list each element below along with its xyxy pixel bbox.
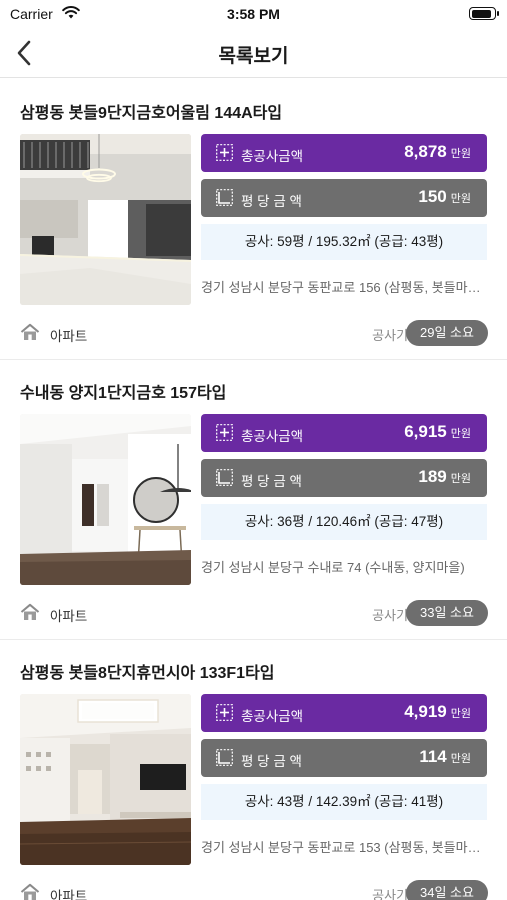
total-cost-unit: 만원 xyxy=(450,148,471,160)
building-type: 아파트 xyxy=(50,609,88,624)
address: 경기 성남시 분당구 동판교로 153 (삼평동, 봇들마을8단지) xyxy=(201,840,487,855)
project-title: 삼평동 봇들8단지휴먼시아 133F1타입 xyxy=(20,665,275,682)
total-cost-value: 6,915 만원 xyxy=(404,422,471,442)
unit-cost-box: 평 당 금 액 189 만원 xyxy=(201,459,487,497)
total-cost-unit: 만원 xyxy=(450,428,471,440)
house-icon xyxy=(20,883,40,900)
navigation-bar: 목록보기 xyxy=(0,28,507,78)
project-card[interactable]: 삼평동 봇들8단지휴먼시아 133F1타입 총공사금액 4,919 만원 평 당… xyxy=(0,640,507,900)
unit-cost-value: 114 만원 xyxy=(419,747,471,767)
unit-cost-label: 평 당 금 액 xyxy=(241,474,302,489)
total-cost-box: 총공사금액 8,878 만원 xyxy=(201,134,487,172)
total-cost-box: 총공사금액 4,919 만원 xyxy=(201,694,487,732)
clock: 3:58 PM xyxy=(227,6,280,22)
unit-cost-unit: 만원 xyxy=(450,193,471,205)
duration-badge: 29일 소요 xyxy=(406,320,488,346)
area-info: 공사: 36평 / 120.46㎡ (공급: 47평) xyxy=(201,504,487,540)
project-card[interactable]: 수내동 양지1단지금호 157타입 총공사금액 6,915 만원 평 당 금 액… xyxy=(0,360,507,640)
grid-calculator-icon xyxy=(216,144,233,161)
total-cost-number: 4,919 xyxy=(404,702,447,721)
unit-cost-box: 평 당 금 액 150 만원 xyxy=(201,179,487,217)
total-cost-number: 6,915 xyxy=(404,422,447,441)
project-title: 수내동 양지1단지금호 157타입 xyxy=(20,385,227,402)
total-cost-label: 총공사금액 xyxy=(241,149,304,164)
total-cost-value: 8,878 만원 xyxy=(404,142,471,162)
house-icon xyxy=(20,323,40,340)
total-cost-number: 8,878 xyxy=(404,142,447,161)
project-card[interactable]: 삼평동 봇들9단지금호어울림 144A타입 총공사금액 8,878 만원 평 당… xyxy=(0,80,507,360)
building-type: 아파트 xyxy=(50,889,88,900)
total-cost-box: 총공사금액 6,915 만원 xyxy=(201,414,487,452)
building-type: 아파트 xyxy=(50,329,88,344)
unit-cost-label: 평 당 금 액 xyxy=(241,754,302,769)
project-photo xyxy=(20,694,191,865)
project-photo xyxy=(20,134,191,305)
battery-icon xyxy=(469,7,499,20)
unit-cost-value: 150 만원 xyxy=(418,187,471,207)
total-cost-value: 4,919 만원 xyxy=(404,702,471,722)
duration-badge: 33일 소요 xyxy=(406,600,488,626)
area-info: 공사: 59평 / 195.32㎡ (공급: 43평) xyxy=(201,224,487,260)
battery-level xyxy=(471,9,491,18)
total-cost-label: 총공사금액 xyxy=(241,709,304,724)
house-icon xyxy=(20,603,40,620)
grid-calculator-icon xyxy=(216,424,233,441)
grid-calculator-icon xyxy=(216,704,233,721)
area-frame-icon xyxy=(216,189,233,206)
area-frame-icon xyxy=(216,749,233,766)
unit-cost-value: 189 만원 xyxy=(418,467,471,487)
address: 경기 성남시 분당구 수내로 74 (수내동, 양지마을) xyxy=(201,560,465,575)
project-photo xyxy=(20,414,191,585)
project-list: 삼평동 봇들9단지금호어울림 144A타입 총공사금액 8,878 만원 평 당… xyxy=(0,80,507,900)
status-bar: Carrier 3:58 PM xyxy=(0,0,507,28)
unit-cost-number: 189 xyxy=(418,467,447,486)
duration-badge: 34일 소요 xyxy=(406,880,488,900)
unit-cost-unit: 만원 xyxy=(450,473,471,485)
unit-cost-label: 평 당 금 액 xyxy=(241,194,302,209)
address: 경기 성남시 분당구 동판교로 156 (삼평동, 봇들마을9단지) xyxy=(201,280,487,295)
page-title: 목록보기 xyxy=(218,46,289,67)
total-cost-label: 총공사금액 xyxy=(241,429,304,444)
unit-cost-unit: 만원 xyxy=(450,753,471,765)
area-frame-icon xyxy=(216,469,233,486)
unit-cost-number: 114 xyxy=(419,747,447,766)
unit-cost-box: 평 당 금 액 114 만원 xyxy=(201,739,487,777)
project-title: 삼평동 봇들9단지금호어울림 144A타입 xyxy=(20,105,283,122)
area-info: 공사: 43평 / 142.39㎡ (공급: 41평) xyxy=(201,784,487,820)
total-cost-unit: 만원 xyxy=(450,708,471,720)
unit-cost-number: 150 xyxy=(418,187,447,206)
